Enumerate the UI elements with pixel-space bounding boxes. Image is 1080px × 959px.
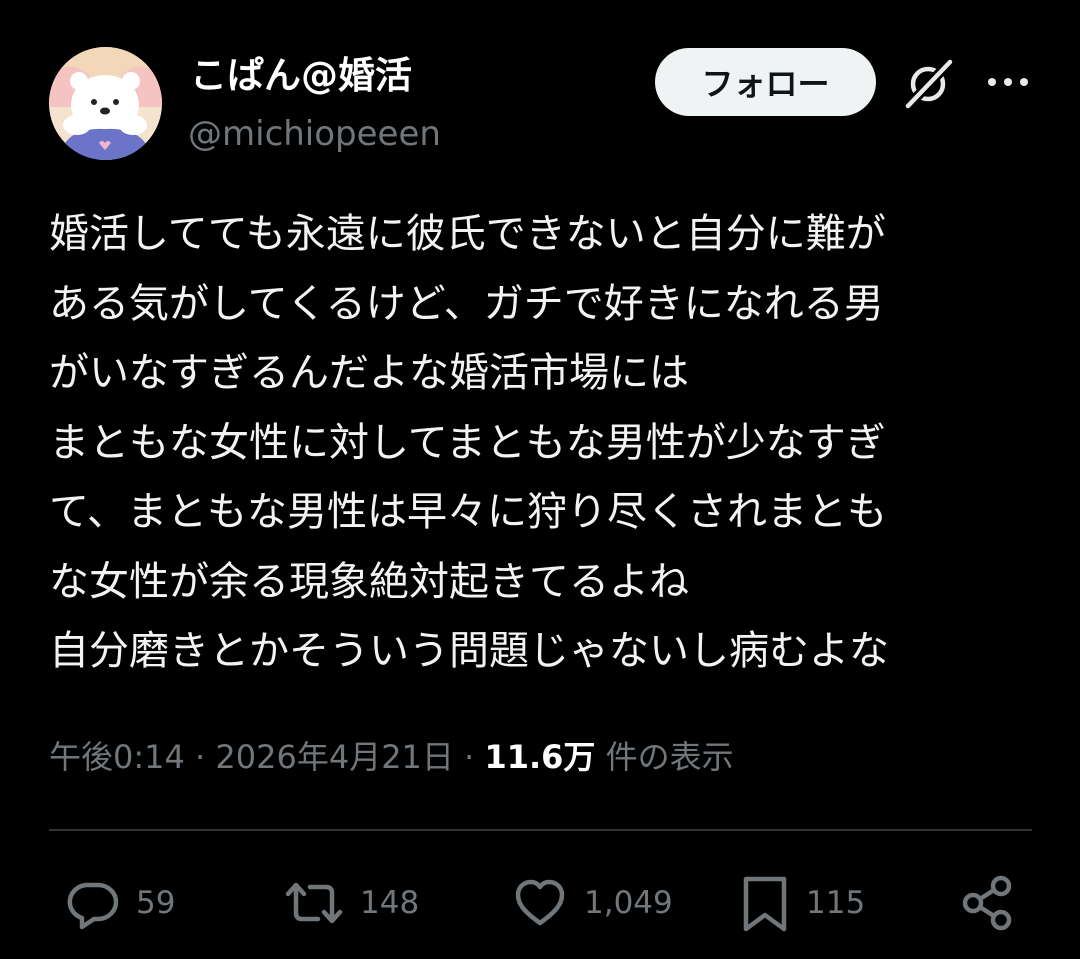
more-icon[interactable] bbox=[984, 66, 1032, 98]
repost-icon bbox=[284, 875, 344, 931]
action-bar: 59 148 1,049 115 bbox=[0, 868, 1080, 938]
tweet-text: 婚活してても永遠に彼氏できないと自分に難が ある気がしてくるけど、ガチで好きにな… bbox=[49, 200, 1039, 687]
grok-icon[interactable] bbox=[900, 56, 956, 112]
views-count[interactable]: 11.6万 bbox=[484, 738, 595, 776]
repost-count: 148 bbox=[360, 885, 420, 921]
bookmark-count: 115 bbox=[806, 885, 866, 921]
repost-button[interactable]: 148 bbox=[284, 868, 419, 938]
views-label: 件の表示 bbox=[605, 738, 734, 776]
tweet-header: こぱん@婚活 @michiopeeen フォロー bbox=[0, 0, 1080, 170]
avatar-image bbox=[49, 47, 162, 160]
tweet-line: ある気がしてくるけど、ガチで好きになれる男 bbox=[49, 280, 884, 327]
user-handle[interactable]: @michiopeeen bbox=[188, 110, 441, 158]
meta-separator: · bbox=[195, 738, 206, 776]
reply-count: 59 bbox=[136, 885, 176, 921]
tweet-line: まともな女性に対してまともな男性が少なすぎ bbox=[49, 419, 886, 466]
meta-separator: · bbox=[464, 738, 475, 776]
heart-icon bbox=[512, 875, 568, 931]
reply-icon bbox=[64, 875, 120, 931]
tweet-line: て、まともな男性は早々に狩り尽くされまとも bbox=[49, 489, 887, 535]
tweet-line: 自分磨きとかそういう問題じゃないし病むよな bbox=[49, 628, 889, 674]
divider bbox=[49, 829, 1032, 831]
display-name[interactable]: こぱん@婚活 bbox=[190, 52, 412, 100]
tweet-meta: 午後0:14 · 2026年4月21日 · 11.6万 件の表示 bbox=[49, 733, 734, 781]
tweet-line: な女性が余る現象絶対起きてるよね bbox=[49, 558, 689, 605]
bookmark-button[interactable]: 115 bbox=[740, 868, 865, 938]
like-button[interactable]: 1,049 bbox=[512, 868, 673, 938]
tweet-line: 婚活してても永遠に彼氏できないと自分に難が bbox=[49, 211, 886, 257]
share-icon bbox=[958, 873, 1018, 933]
reply-button[interactable]: 59 bbox=[64, 868, 175, 938]
tweet-time[interactable]: 午後0:14 bbox=[49, 738, 185, 776]
bookmark-icon bbox=[740, 873, 790, 933]
follow-button[interactable]: フォロー bbox=[655, 48, 876, 116]
avatar[interactable] bbox=[49, 47, 162, 160]
like-count: 1,049 bbox=[584, 885, 673, 921]
tweet-date[interactable]: 2026年4月21日 bbox=[215, 738, 454, 776]
share-button[interactable] bbox=[958, 868, 1018, 938]
tweet-line: がいなすぎるんだよな婚活市場には bbox=[49, 350, 689, 396]
